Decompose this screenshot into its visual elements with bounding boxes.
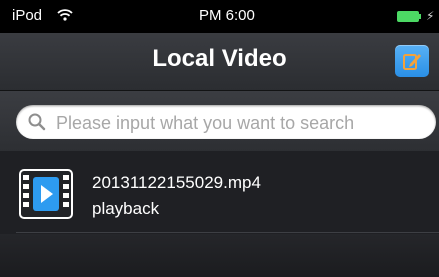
search-field[interactable] [16, 105, 436, 141]
clock: PM 6:00 [199, 7, 255, 24]
status-bar: iPod PM 6:00 ⚡ [0, 0, 439, 33]
edit-button[interactable] [395, 45, 429, 77]
search-input[interactable] [54, 105, 428, 141]
search-bar [0, 91, 439, 151]
page-title: Local Video [152, 45, 287, 72]
video-file-icon [19, 169, 73, 219]
charging-bolt-icon: ⚡ [426, 9, 435, 23]
navigation-bar: Local Video [0, 33, 439, 91]
list-divider [16, 232, 439, 233]
search-icon [28, 113, 46, 131]
video-status-label: playback [92, 199, 160, 218]
wifi-icon [57, 9, 73, 21]
empty-list-area [0, 234, 439, 277]
video-list-item[interactable]: 20131122155029.mp4 playback [0, 153, 439, 233]
battery-icon [397, 11, 421, 22]
video-file-name: 20131122155029.mp4 [92, 173, 261, 192]
edit-icon [403, 54, 421, 70]
carrier-label: iPod [12, 7, 43, 24]
